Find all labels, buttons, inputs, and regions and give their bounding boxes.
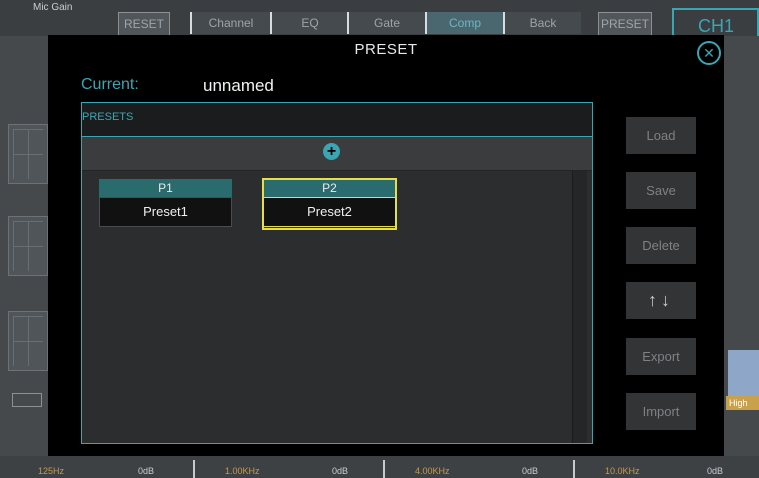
gain-label: 0dB	[332, 466, 349, 476]
freq-label: 4.00KHz	[415, 466, 450, 476]
divider	[193, 460, 195, 478]
filter-icon[interactable]	[12, 393, 42, 407]
tab-channel[interactable]: Channel	[190, 12, 270, 34]
tab-comp[interactable]: Comp	[425, 12, 503, 34]
tab-preset[interactable]: PRESET	[598, 12, 652, 36]
plus-circle-icon[interactable]: +	[323, 143, 340, 160]
presets-header: PRESETS	[82, 103, 592, 137]
freq-label: 10.0KHz	[605, 466, 640, 476]
fader-block[interactable]	[728, 350, 759, 396]
current-label: Current:	[81, 76, 139, 93]
preset-dialog: PRESET ✕ Current: unnamed PRESETS + P1 P…	[48, 35, 724, 456]
presets-header-label: PRESETS	[82, 111, 134, 123]
tab-gate[interactable]: Gate	[347, 12, 425, 34]
preset-card-p1[interactable]: P1 Preset1	[99, 179, 232, 229]
reorder-button[interactable]: ↑↓	[626, 282, 696, 319]
load-button[interactable]: Load	[626, 117, 696, 154]
preset-id: P1	[99, 179, 232, 197]
mic-gain-label: Mic Gain	[33, 2, 73, 13]
preset-name: Preset1	[99, 197, 232, 227]
comp-thumbnail[interactable]	[8, 311, 48, 371]
delete-button[interactable]: Delete	[626, 227, 696, 264]
freq-label: 125Hz	[38, 466, 65, 476]
export-button[interactable]: Export	[626, 338, 696, 375]
current-preset-name: unnamed	[203, 76, 274, 95]
divider	[383, 460, 385, 478]
gain-label: 0dB	[707, 466, 724, 476]
preset-name: Preset2	[263, 197, 396, 227]
preset-list-scrollbar[interactable]	[572, 171, 587, 443]
divider	[573, 460, 575, 478]
tab-reset[interactable]: RESET	[118, 12, 170, 36]
dialog-title: PRESET	[354, 41, 418, 58]
preset-card-p2[interactable]: P2 Preset2	[262, 178, 397, 230]
import-button[interactable]: Import	[626, 393, 696, 430]
add-preset-row: +	[82, 137, 592, 170]
save-button[interactable]: Save	[626, 172, 696, 209]
presets-panel: PRESETS + P1 Preset1 P2 Preset2	[81, 102, 593, 444]
eq-thumbnail[interactable]	[8, 124, 48, 184]
gain-label: 0dB	[138, 466, 155, 476]
tab-eq[interactable]: EQ	[270, 12, 348, 34]
frequency-footer	[0, 456, 759, 478]
gain-label: 0dB	[522, 466, 539, 476]
preset-list: P1 Preset1 P2 Preset2	[82, 171, 592, 443]
tab-back[interactable]: Back	[503, 12, 581, 34]
gate-thumbnail[interactable]	[8, 216, 48, 276]
close-icon[interactable]: ✕	[697, 41, 721, 65]
freq-label: 1.00KHz	[225, 466, 260, 476]
preset-id: P2	[263, 179, 396, 197]
left-strip	[0, 36, 48, 456]
high-badge: High	[726, 396, 759, 410]
